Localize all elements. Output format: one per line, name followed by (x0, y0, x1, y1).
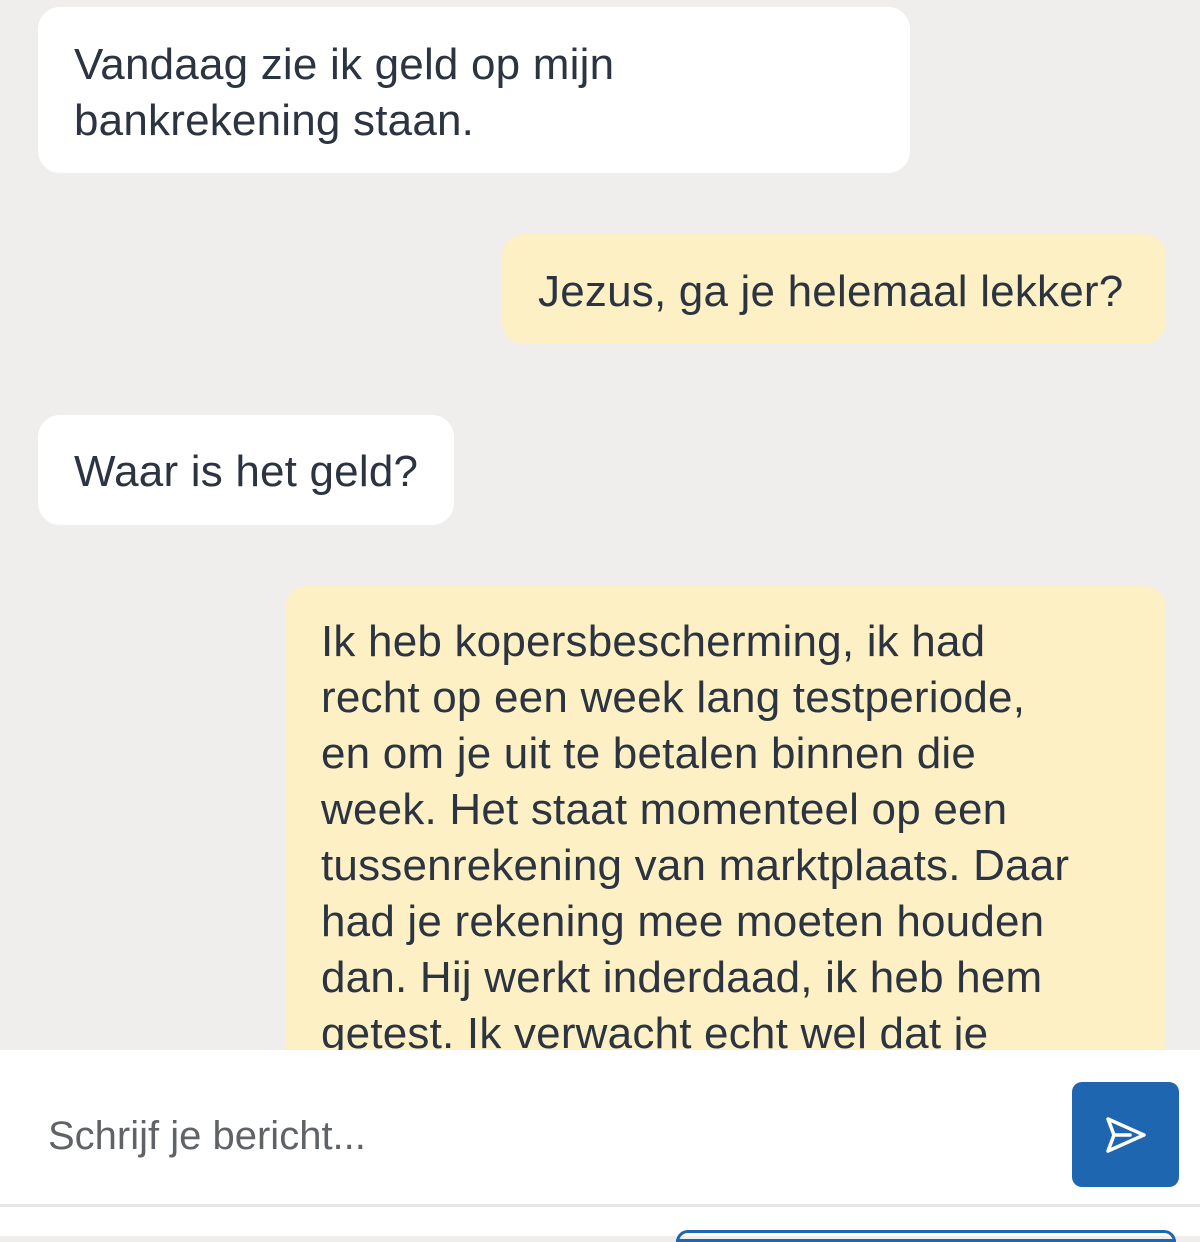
outgoing-message-bubble: Jezus, ga je helemaal lekker? (502, 234, 1166, 344)
message-composer (0, 1050, 1200, 1242)
incoming-message-bubble: Waar is het geld? (38, 415, 454, 525)
bottom-action-tab[interactable] (676, 1230, 1176, 1242)
chat-message-list[interactable]: Vandaag zie ik geld op mijn bankrekening… (0, 0, 1200, 1050)
send-paper-plane-icon (1105, 1116, 1146, 1153)
composer-divider (0, 1204, 1200, 1207)
outgoing-message-bubble: Ik heb kopersbescherming, ik had recht o… (285, 586, 1166, 1050)
incoming-message-bubble: Vandaag zie ik geld op mijn bankrekening… (38, 7, 910, 173)
message-input[interactable] (48, 1106, 1028, 1166)
send-button[interactable] (1072, 1082, 1179, 1187)
